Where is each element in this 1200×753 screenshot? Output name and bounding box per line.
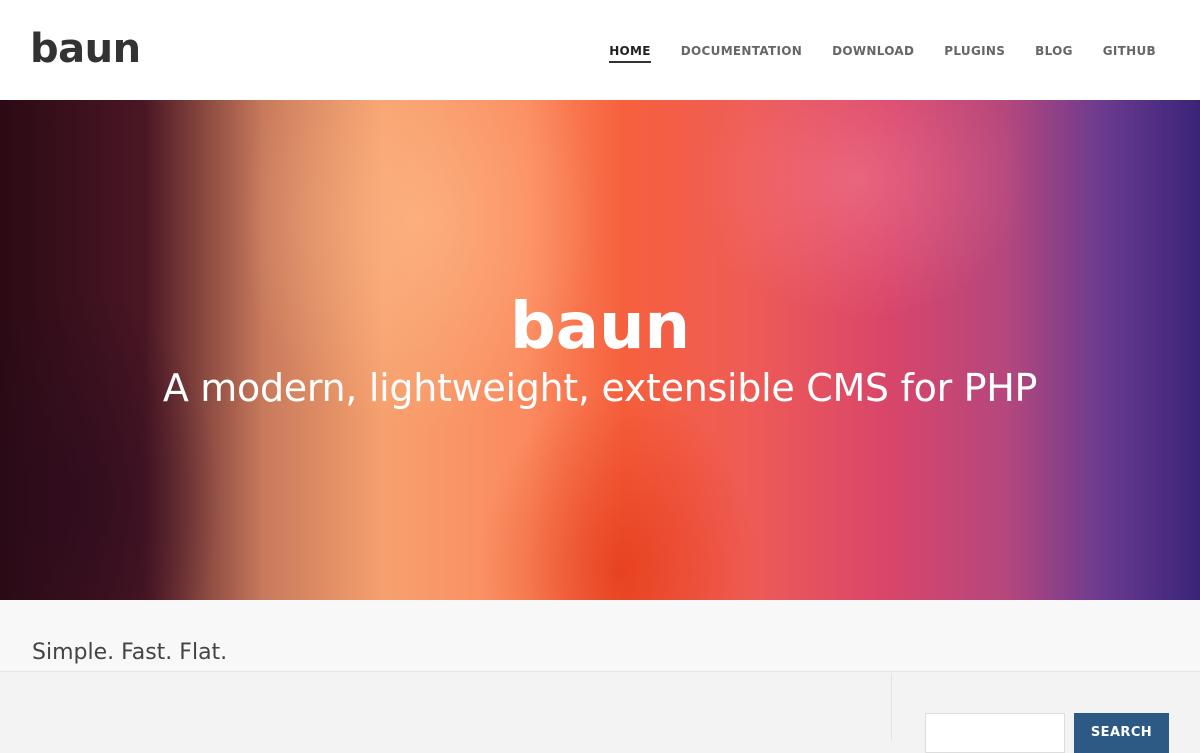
- site-header: baun HOME DOCUMENTATION DOWNLOAD PLUGINS…: [0, 0, 1200, 100]
- site-logo[interactable]: baun: [30, 24, 141, 74]
- nav-link-home[interactable]: HOME: [609, 44, 651, 63]
- hero-title: baun: [509, 289, 691, 364]
- main-content: [0, 673, 891, 740]
- nav-item-plugins: PLUGINS: [944, 40, 1005, 63]
- nav-item-github: GITHUB: [1103, 40, 1156, 63]
- nav-item-download: DOWNLOAD: [832, 40, 914, 63]
- nav-item-home: HOME: [609, 40, 651, 63]
- nav-list: HOME DOCUMENTATION DOWNLOAD PLUGINS BLOG…: [609, 40, 1156, 63]
- nav-link-blog[interactable]: BLOG: [1035, 44, 1073, 63]
- nav-item-blog: BLOG: [1035, 40, 1073, 63]
- hero-subtitle: A modern, lightweight, extensible CMS fo…: [162, 366, 1038, 410]
- search-input[interactable]: [925, 713, 1065, 753]
- hero-banner: baun A modern, lightweight, extensible C…: [0, 100, 1200, 600]
- search-button[interactable]: SEARCH: [1074, 713, 1169, 753]
- nav-link-github[interactable]: GITHUB: [1103, 44, 1156, 63]
- tagline-bar: Simple. Fast. Flat.: [0, 600, 1200, 672]
- nav-item-documentation: DOCUMENTATION: [681, 40, 802, 63]
- nav-link-plugins[interactable]: PLUGINS: [944, 44, 1005, 63]
- sidebar: SEARCH: [891, 673, 1200, 753]
- nav-link-documentation[interactable]: DOCUMENTATION: [681, 44, 802, 63]
- tagline-text: Simple. Fast. Flat.: [32, 640, 228, 666]
- nav-link-download[interactable]: DOWNLOAD: [832, 44, 914, 63]
